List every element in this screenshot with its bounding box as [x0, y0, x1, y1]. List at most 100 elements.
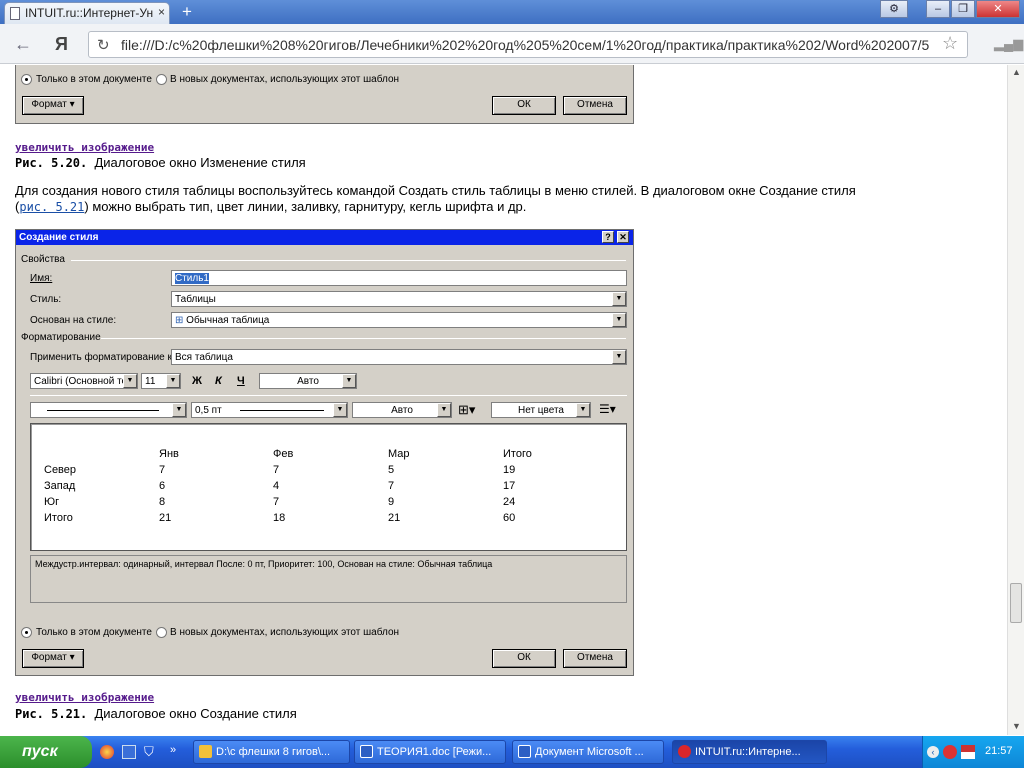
chevron-down-icon[interactable]: ▼	[437, 403, 451, 417]
yandex-logo[interactable]: Я	[55, 34, 68, 55]
radio-new-documents[interactable]	[156, 627, 167, 638]
taskbar-item[interactable]: ТЕОРИЯ1.doc [Режи...	[354, 740, 506, 764]
underline-button[interactable]: Ч	[237, 375, 245, 387]
settings-icon[interactable]: ⚙	[880, 0, 908, 18]
line-width-select[interactable]: 0,5 пт ▼	[191, 402, 348, 418]
font-size-value: 11	[145, 376, 156, 387]
chevron-down-icon[interactable]: ▼	[333, 403, 347, 417]
app-quicklaunch-icon[interactable]: ⛉	[144, 744, 154, 760]
scroll-down-icon[interactable]: ▼	[1012, 721, 1021, 731]
restore-button[interactable]: ❐	[951, 0, 975, 18]
line-width-sample	[240, 410, 324, 411]
preview-header: Итого	[503, 448, 532, 460]
ok-button[interactable]: ОК	[492, 96, 556, 115]
font-select[interactable]: Calibri (Основной текс ▼	[30, 373, 138, 389]
preview-cell: 60	[503, 512, 516, 524]
chevron-down-icon[interactable]: ▼	[612, 292, 626, 306]
group-divider	[101, 338, 626, 339]
cancel-button[interactable]: Отмена	[563, 649, 627, 668]
italic-button[interactable]: К	[215, 375, 222, 387]
chevron-down-icon[interactable]: ▼	[576, 403, 590, 417]
name-value: Стиль1	[175, 273, 209, 284]
address-bar[interactable]: ↻ file:///D:/c%20флешки%208%20гигов/Лече…	[88, 31, 968, 58]
chevron-down-icon[interactable]: ▼	[123, 374, 137, 388]
group-divider	[71, 260, 626, 261]
clock: 21:57	[985, 745, 1013, 757]
style-select[interactable]: Таблицы ▼	[171, 291, 627, 307]
browser-tab[interactable]: INTUIT.ru::Интернет-Ун ×	[4, 2, 170, 24]
figure-number: Рис. 5.21.	[15, 707, 88, 721]
preview-cell: 8	[159, 496, 166, 508]
bold-button[interactable]: Ж	[192, 375, 202, 387]
create-style-dialog: Создание стиля ? ✕ Свойства Имя: Стиль1 …	[15, 229, 634, 676]
preview-cell: 9	[388, 496, 395, 508]
page-icon	[10, 7, 20, 20]
style-value: Таблицы	[175, 294, 216, 305]
help-icon[interactable]: ?	[602, 231, 614, 243]
font-color-select[interactable]: Авто ▼	[259, 373, 357, 389]
line-style-select[interactable]: ▼	[30, 402, 187, 418]
tray-app-icon[interactable]	[943, 745, 957, 759]
signal-bars-icon[interactable]: ▂▄▆	[994, 36, 1023, 52]
taskbar-item[interactable]: INTUIT.ru::Интерне...	[672, 740, 827, 764]
fill-color-select[interactable]: Нет цвета ▼	[491, 402, 591, 418]
radio-new-documents[interactable]	[156, 74, 167, 85]
radio-this-document[interactable]	[21, 74, 32, 85]
preview-cell: 5	[388, 464, 395, 476]
taskbar-item[interactable]: Документ Microsoft ...	[512, 740, 664, 764]
chevron-down-icon[interactable]: ▼	[172, 403, 186, 417]
preview-cell: 17	[503, 480, 516, 492]
taskbar: пуск ⛉ » D:\c флешки 8 гигов\... ТЕОРИЯ1…	[0, 736, 1024, 768]
preview-cell: 24	[503, 496, 516, 508]
page-content: Только в этом документе В новых документ…	[0, 65, 1007, 735]
alignment-icon[interactable]: ☰▾	[599, 402, 616, 416]
name-input[interactable]: Стиль1	[171, 270, 627, 286]
desktop-quicklaunch-icon[interactable]	[122, 745, 136, 759]
taskbar-item-label: INTUIT.ru::Интерне...	[695, 746, 801, 758]
radio-this-document[interactable]	[21, 627, 32, 638]
close-window-button[interactable]: ✕	[976, 0, 1020, 18]
chevron-down-icon[interactable]: ▼	[612, 313, 626, 327]
scroll-thumb[interactable]	[1010, 583, 1022, 623]
new-tab-button[interactable]: +	[176, 3, 198, 21]
expand-quicklaunch-icon[interactable]: »	[170, 744, 176, 756]
toolbar-divider	[30, 395, 627, 396]
zoom-image-link[interactable]: увеличить изображение	[15, 141, 154, 154]
body-paragraph: Для создания нового стиля таблицы воспол…	[15, 183, 1000, 215]
scroll-up-icon[interactable]: ▲	[1012, 67, 1021, 77]
format-button[interactable]: Формат ▾	[22, 96, 84, 115]
close-icon[interactable]: ✕	[617, 231, 629, 243]
tab-close-icon[interactable]: ×	[158, 5, 165, 19]
back-arrow-icon[interactable]: ←	[14, 34, 32, 55]
zoom-image-link[interactable]: увеличить изображение	[15, 691, 154, 704]
address-text: file:///D:/c%20флешки%208%20гигов/Лечебн…	[121, 37, 930, 53]
cancel-button[interactable]: Отмена	[563, 96, 627, 115]
start-button[interactable]: пуск	[0, 736, 92, 768]
line-color-select[interactable]: Авто ▼	[352, 402, 452, 418]
vertical-scrollbar[interactable]: ▲ ▼	[1007, 65, 1024, 735]
chevron-down-icon[interactable]: ▼	[612, 350, 626, 364]
format-button[interactable]: Формат ▾	[22, 649, 84, 668]
figure-ref-link[interactable]: рис. 5.21	[19, 200, 84, 214]
chevron-down-icon[interactable]: ▼	[166, 374, 180, 388]
based-on-select[interactable]: ⊞ Обычная таблица ▼	[171, 312, 627, 328]
chevron-down-icon[interactable]: ▼	[342, 374, 356, 388]
preview-header: Фев	[273, 448, 294, 460]
borders-icon[interactable]: ⊞▾	[458, 402, 475, 418]
preview-cell: 7	[273, 496, 280, 508]
preview-header: Янв	[159, 448, 179, 460]
ok-button[interactable]: ОК	[492, 649, 556, 668]
dialog-title-bar: Создание стиля ? ✕	[16, 230, 633, 245]
tray-expand-icon[interactable]: ‹	[927, 746, 939, 758]
font-size-select[interactable]: 11 ▼	[141, 373, 181, 389]
reload-icon[interactable]: ↻	[97, 36, 110, 54]
preview-cell: 7	[388, 480, 395, 492]
group-formatting: Форматирование	[21, 332, 101, 343]
browser-quicklaunch-icon[interactable]	[100, 745, 114, 759]
language-flag-icon[interactable]	[961, 745, 975, 759]
apply-to-select[interactable]: Вся таблица ▼	[171, 349, 627, 365]
taskbar-item[interactable]: D:\c флешки 8 гигов\...	[193, 740, 350, 764]
style-description: Междустр.интервал: одинарный, интервал П…	[30, 555, 627, 603]
minimize-button[interactable]: –	[926, 0, 950, 18]
bookmark-star-icon[interactable]: ☆	[942, 33, 958, 54]
